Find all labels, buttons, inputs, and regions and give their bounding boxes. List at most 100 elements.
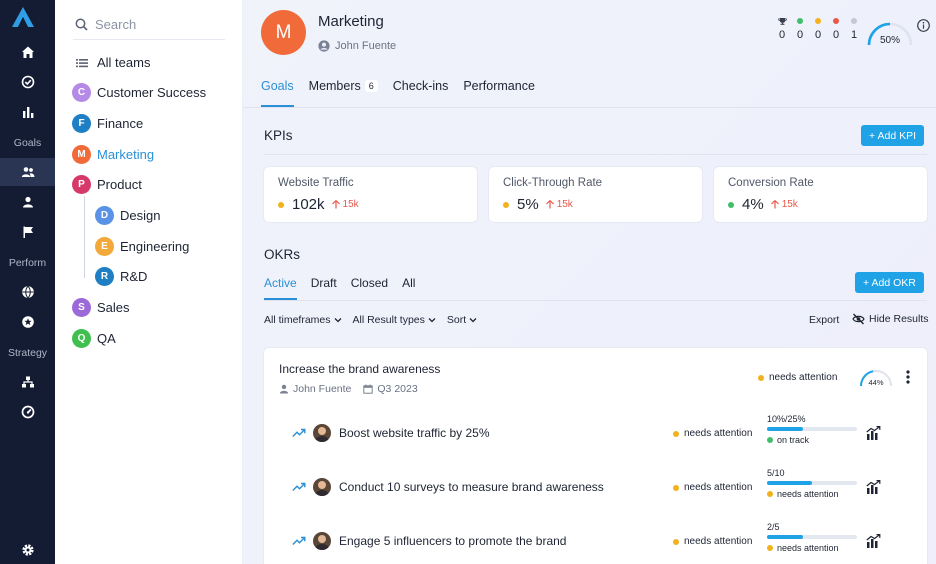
objective-card[interactable]: Increase the brand awareness John Fuente…	[264, 348, 927, 564]
kpi-trend: 15k	[342, 199, 359, 210]
add-okr-button[interactable]: + Add OKR	[855, 272, 924, 293]
kpis-divider	[264, 154, 927, 155]
key-result-row[interactable]: Engage 5 influencers to promote the bran…	[292, 522, 882, 562]
okr-tab-draft[interactable]: Draft	[311, 276, 337, 300]
app-logo-icon[interactable]	[11, 6, 35, 28]
okr-tab-active[interactable]: Active	[264, 276, 297, 300]
team-tabs: Goals Members 6 Check-ins Performance	[261, 79, 550, 107]
key-result-row[interactable]: Boost website traffic by 25% needs attent…	[292, 414, 882, 454]
result-type-filter[interactable]: All Result types	[353, 314, 436, 326]
score-value: 0	[778, 29, 786, 41]
score-value: 0	[796, 29, 804, 41]
okr-tab-all[interactable]: All	[402, 276, 415, 300]
tab-goals[interactable]: Goals	[261, 79, 294, 107]
avatar	[313, 532, 331, 550]
team-label: Sales	[97, 300, 130, 315]
team-item-qa[interactable]: Q QA	[72, 329, 116, 348]
okrs-title: OKRs	[264, 247, 301, 262]
nav-rail: Goals Perform Strategy	[0, 0, 55, 564]
team-label: Design	[120, 208, 161, 223]
team-item-r-d[interactable]: R R&D	[95, 267, 147, 286]
teams-icon[interactable]	[0, 158, 55, 186]
search-input[interactable]	[95, 17, 215, 32]
team-item-finance[interactable]: F Finance	[72, 114, 143, 133]
tab-members[interactable]: Members 6	[309, 79, 378, 107]
export-button[interactable]: Export	[809, 314, 839, 326]
sort-filter[interactable]: Sort	[447, 314, 477, 326]
flag-icon[interactable]	[0, 218, 55, 246]
kpi-card[interactable]: Click-Through Rate 5% 15k	[489, 167, 702, 222]
key-result-title[interactable]: Boost website traffic by 25%	[339, 426, 490, 440]
info-icon[interactable]	[917, 19, 930, 32]
hide-results-button[interactable]: Hide Results	[852, 313, 929, 325]
kpi-name: Website Traffic	[278, 177, 354, 189]
tab-performance[interactable]: Performance	[463, 79, 535, 107]
team-badge: M	[72, 145, 91, 164]
add-kpi-button[interactable]: + Add KPI	[861, 125, 924, 146]
score-value: 1	[850, 29, 858, 41]
teams-panel: All teams C Customer Success F Finance M Mark…	[55, 0, 243, 564]
speedometer-icon[interactable]	[0, 398, 55, 426]
score-green: 0	[794, 18, 806, 41]
okr-tab-closed[interactable]: Closed	[351, 276, 388, 300]
key-result-title[interactable]: Conduct 10 surveys to measure brand awar…	[339, 480, 604, 494]
team-owner[interactable]: John Fuente	[318, 40, 396, 52]
team-label: Finance	[97, 116, 144, 131]
team-item-design[interactable]: D Design	[95, 206, 160, 225]
home-icon[interactable]	[0, 38, 55, 66]
check-in-chart-icon[interactable]	[866, 534, 881, 548]
kpi-status-dot	[278, 201, 284, 208]
team-item-marketing[interactable]: M Marketing	[72, 145, 154, 164]
progress-label: 10%/25%	[767, 414, 806, 424]
kpi-trend: 15k	[556, 199, 573, 210]
more-vertical-icon[interactable]	[906, 370, 910, 384]
members-count-badge: 6	[364, 80, 378, 92]
star-badge-icon[interactable]	[0, 308, 55, 336]
score-grey: 1	[848, 18, 860, 41]
kpi-value: 4%	[742, 196, 764, 213]
team-avatar: M	[261, 10, 306, 55]
kpi-value-row: 5% 15k	[503, 196, 573, 213]
progress-status-label: on track	[777, 435, 810, 445]
progress-fill	[767, 481, 812, 485]
team-badge: P	[72, 175, 91, 194]
team-badge: C	[72, 83, 91, 102]
owner-name: John Fuente	[335, 40, 397, 52]
arrow-up-icon	[770, 200, 779, 209]
key-result-row[interactable]: Conduct 10 surveys to measure brand awar…	[292, 468, 882, 508]
team-badge: Q	[72, 329, 91, 348]
team-label: Product	[97, 177, 142, 192]
tab-checkins[interactable]: Check-ins	[393, 79, 449, 107]
team-item-engineering[interactable]: E Engineering	[95, 237, 189, 256]
avatar	[313, 478, 331, 496]
team-label: All teams	[97, 55, 151, 70]
chevron-down-icon	[428, 318, 436, 323]
bar-chart-icon[interactable]	[0, 98, 55, 126]
eye-off-icon	[852, 313, 865, 325]
team-item-product[interactable]: P Product	[72, 175, 142, 194]
page-title: Marketing	[318, 13, 384, 30]
team-item-customer-success[interactable]: C Customer Success	[72, 83, 206, 102]
objective-title[interactable]: Increase the brand awareness	[279, 362, 440, 376]
globe-icon[interactable]	[0, 278, 55, 306]
team-item-sales[interactable]: S Sales	[72, 298, 130, 317]
person-icon[interactable]	[0, 188, 55, 216]
timeframe-filter[interactable]: All timeframes	[264, 314, 342, 326]
progress-status-label: needs attention	[777, 489, 839, 499]
arrow-up-icon	[331, 200, 340, 209]
team-label: R&D	[120, 269, 148, 284]
team-badge: D	[95, 206, 114, 225]
kpi-card[interactable]: Website Traffic 102k 15k	[264, 167, 477, 222]
org-chart-icon[interactable]	[0, 368, 55, 396]
status-label: needs attention	[684, 428, 753, 439]
objective-progress-gauge: 44%	[860, 370, 892, 387]
check-in-chart-icon[interactable]	[866, 480, 881, 494]
gear-icon[interactable]	[0, 536, 55, 564]
kpi-card[interactable]: Conversion Rate 4% 15k	[714, 167, 927, 222]
key-result-title[interactable]: Engage 5 influencers to promote the bran…	[339, 534, 566, 548]
team-item-all-teams[interactable]: All teams	[76, 53, 150, 72]
team-progress-gauge: 50%	[867, 22, 913, 46]
check-circle-icon[interactable]	[0, 68, 55, 96]
check-in-chart-icon[interactable]	[866, 426, 881, 440]
team-label: Marketing	[97, 147, 155, 162]
